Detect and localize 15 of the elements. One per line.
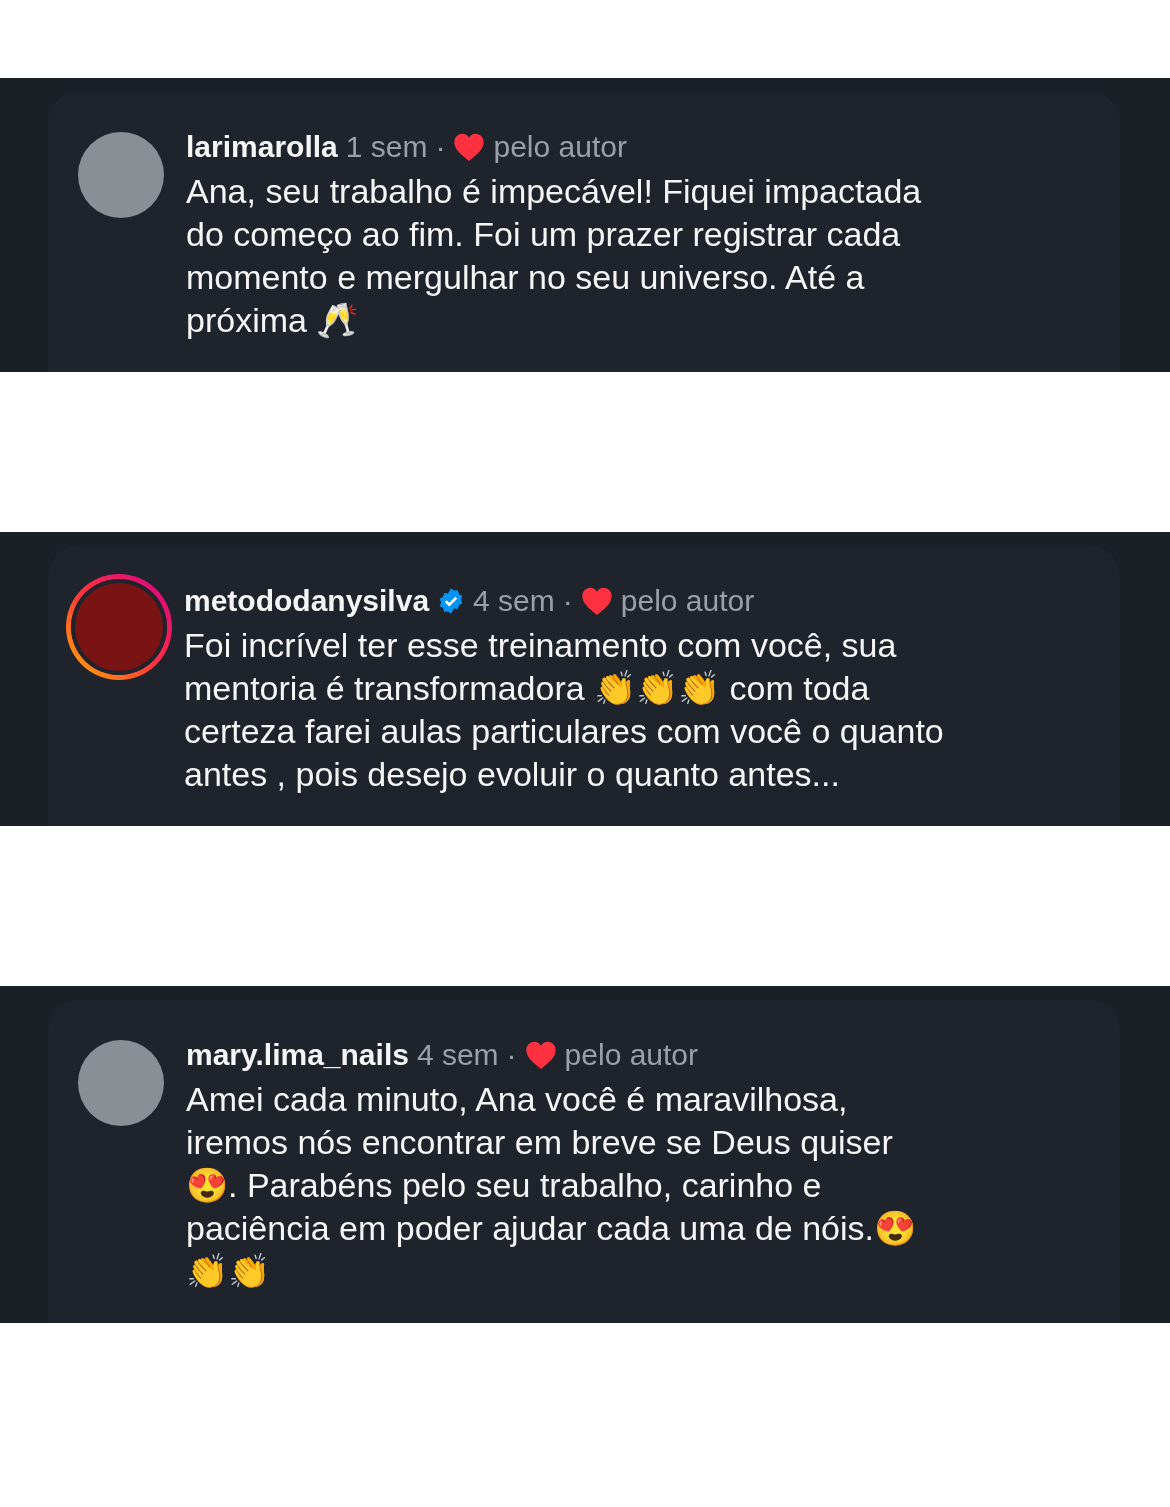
username[interactable]: mary.lima_nails xyxy=(186,1038,409,1072)
username[interactable]: larimarolla xyxy=(186,130,338,164)
comment-time: 4 sem xyxy=(473,584,555,618)
separator-dot: · xyxy=(506,1038,517,1072)
liked-by-author-label: pelo autor xyxy=(564,1038,699,1072)
liked-by-author-label: pelo autor xyxy=(493,130,627,164)
comment-time: 4 sem xyxy=(416,1038,499,1072)
username[interactable]: metododanysilva xyxy=(184,584,430,618)
comment-text: Amei cada minuto, Ana você é maravilhosa, iremos nós encontrar em breve se Deus quiser 😍. Parabéns pelo seu trabalho, carinho e paciência em poder ajudar cada uma de nóis.😍👏👏 xyxy=(186,1079,917,1292)
liked-by-author-label: pelo autor xyxy=(620,584,755,618)
separator-dot: · xyxy=(435,130,446,164)
separator-dot: · xyxy=(562,584,573,618)
comment-text: Ana, seu trabalho é impecável! Fiquei impactada do começo ao fim. Foi um prazer registrar cada momento e mergulhar no seu universo. Até a próxima 🥂 xyxy=(186,171,923,341)
comment-time: 1 sem xyxy=(345,130,428,164)
comment-text: Foi incrível ter esse treinamento com você, sua mentoria é transformadora 👏👏👏 com toda certeza farei aulas particulares com você o quanto antes , pois desejo evoluir o quanto antes... xyxy=(184,625,944,795)
